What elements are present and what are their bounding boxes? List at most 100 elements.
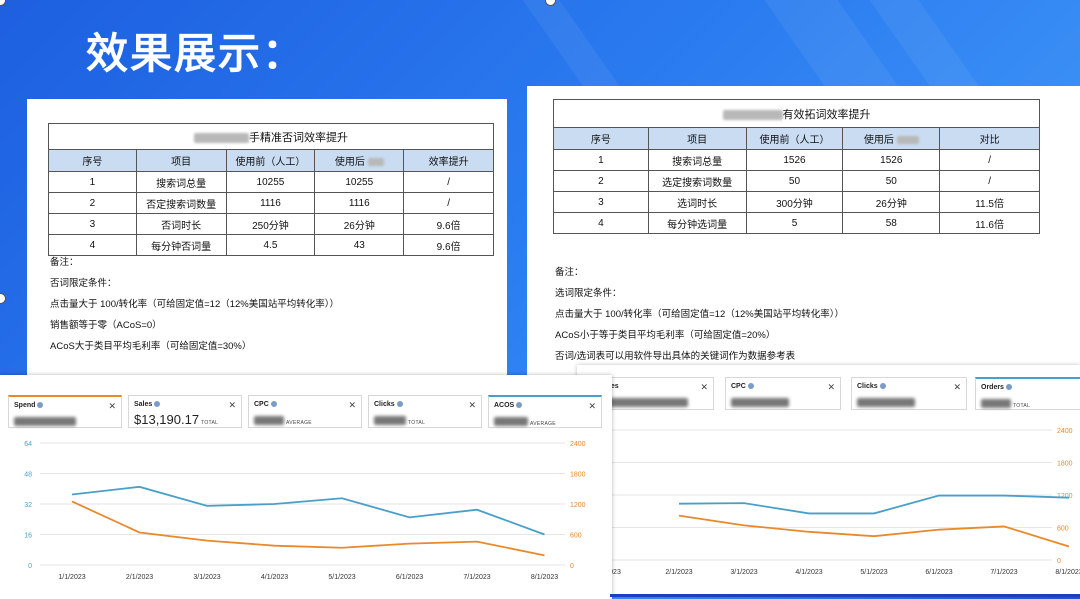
table-caption: 手精准否词效率提升 (48, 123, 494, 150)
blurred-text (194, 132, 249, 143)
table-cell: 1526 (842, 149, 941, 171)
column-header: 使用后 (314, 149, 405, 172)
close-icon[interactable]: ✕ (827, 382, 835, 393)
close-icon[interactable]: ✕ (953, 382, 961, 393)
metric-card-clicks[interactable]: Clicks TOTAL ✕ (368, 395, 482, 428)
resize-handle[interactable] (0, 293, 6, 304)
metric-value: TOTAL (981, 395, 1030, 410)
table-cell: 选词时长 (647, 191, 747, 213)
table-cell: 否词时长 (135, 213, 227, 235)
right-axis-tick-label: 2400 (570, 441, 586, 448)
metric-card-spend[interactable]: Spend ✕ (8, 395, 122, 428)
table-cell: 搜索词总量 (135, 171, 227, 193)
note-line: 否词/选词表可以用软件导出具体的关键词作为数据参考表 (555, 351, 796, 362)
x-axis-tick-label: 5/1/2023 (328, 574, 355, 581)
table-row: 1 搜索词总量 10255 10255 / (48, 171, 494, 193)
table-row: 2 选定搜索词数量 50 50 / (553, 170, 1040, 192)
left-table-panel: 手精准否词效率提升 序号 项目 使用前（人工） 使用后 效率提升 1 搜索词总量… (27, 99, 507, 389)
metric-value (857, 394, 915, 409)
metric-label: CPC (254, 401, 277, 408)
metric-card-cpc[interactable]: CPC AVERAGE ✕ (248, 395, 362, 428)
info-icon (396, 401, 403, 408)
metric-card-cpc[interactable]: CPC ✕ (725, 377, 841, 410)
metric-value: AVERAGE (494, 413, 556, 428)
table-cell: 10255 (225, 171, 316, 193)
note-line: 点击量大于 100/转化率（可给固定值=12（12%美国站平均转化率）） (555, 309, 845, 320)
x-axis-tick-label: 2/1/2023 (126, 574, 153, 581)
caption-text: 手精准否词效率提升 (249, 131, 348, 144)
right-axis-tick-label: 2400 (1057, 428, 1073, 435)
metric-label: Sales (134, 401, 161, 408)
metric-card-acos[interactable]: ACOS AVERAGE ✕ (488, 395, 602, 428)
close-icon[interactable]: ✕ (108, 401, 116, 412)
info-icon (154, 401, 161, 408)
table-cell: / (403, 192, 494, 214)
close-icon[interactable]: ✕ (588, 401, 596, 412)
x-axis-tick-label: 3/1/2023 (193, 574, 220, 581)
table-cell: 26分钟 (314, 213, 405, 235)
note-line: 否词限定条件： (50, 278, 117, 289)
close-icon[interactable]: ✕ (468, 400, 476, 411)
close-icon[interactable]: ✕ (700, 382, 708, 393)
info-icon (516, 402, 523, 409)
note-line: 备注： (555, 267, 584, 278)
right-chart-panel: ales ✕ CPC ✕ Clicks ✕ Orders TOTAL 06001… (574, 365, 1080, 595)
right-axis-tick-label: 0 (570, 563, 574, 570)
table-caption: 有效拓词效率提升 (553, 99, 1040, 128)
blurred-text (722, 109, 783, 120)
right-notes: 备注： 选词限定条件： 点击量大于 100/转化率（可给固定值=12（12%美国… (555, 262, 844, 367)
table-cell: 2 (48, 192, 137, 214)
metric-value: $13,190.17 TOTAL (134, 412, 219, 427)
left-axis-tick-label: 48 (24, 472, 32, 479)
resize-handle[interactable] (0, 0, 6, 6)
series-line (71, 485, 545, 536)
metric-card-sales[interactable]: Sales $13,190.17 TOTAL ✕ (128, 395, 242, 428)
table-cell: 选定搜索词数量 (647, 170, 747, 192)
table-cell: 11.6倍 (939, 212, 1040, 234)
table-row: 3 选词时长 300分钟 26分钟 11.5倍 (553, 191, 1040, 213)
column-header: 使用前（人工） (745, 127, 844, 150)
table-row: 3 否词时长 250分钟 26分钟 9.6倍 (48, 213, 494, 235)
table-cell: 1116 (225, 192, 316, 214)
column-header: 项目 (135, 149, 227, 172)
table-cell: 50 (842, 170, 941, 192)
column-header: 序号 (48, 149, 137, 172)
right-axis-tick-label: 1200 (570, 502, 586, 509)
table-cell: / (939, 149, 1040, 171)
table-cell: 搜索词总量 (647, 149, 747, 171)
table-row: 2 否定搜索词数量 1116 1116 / (48, 192, 494, 214)
table-cell: 2 (553, 170, 649, 192)
right-table-panel: 有效拓词效率提升 序号 项目 使用前（人工） 使用后 对比 1 搜索词总量 15… (527, 86, 1080, 376)
series-line (678, 514, 1070, 548)
x-axis-tick-label: 2/1/2023 (665, 569, 692, 576)
left-chart-panel: Spend ✕ Sales $13,190.17 TOTAL ✕ CPC AVER… (0, 375, 612, 599)
x-axis-tick-label: 8/1/2023 (1055, 569, 1080, 576)
metric-label: Orders (981, 384, 1012, 391)
table-cell: 1116 (314, 192, 405, 214)
metric-label: Spend (14, 402, 44, 409)
metric-card-orders[interactable]: Orders TOTAL (975, 377, 1080, 410)
note-line: 选词限定条件： (555, 288, 622, 299)
metric-value (600, 394, 688, 409)
note-line: 点击量大于 100/转化率（可给固定值=12（12%美国站平均转化率）） (50, 299, 340, 310)
table-cell: 1 (48, 171, 137, 193)
table-cell: 3 (48, 213, 137, 235)
metric-label: Clicks (374, 401, 403, 408)
x-axis-tick-label: 6/1/2023 (925, 569, 952, 576)
close-icon[interactable]: ✕ (228, 400, 236, 411)
x-axis-tick-label: 3/1/2023 (730, 569, 757, 576)
metric-card-clicks[interactable]: Clicks ✕ (851, 377, 967, 410)
table-cell: 9.6倍 (403, 213, 494, 235)
series-line (678, 494, 1070, 515)
x-axis-tick-label: 4/1/2023 (795, 569, 822, 576)
table-cell: 否定搜索词数量 (135, 192, 227, 214)
close-icon[interactable]: ✕ (348, 400, 356, 411)
table-cell: 250分钟 (225, 213, 316, 235)
right-axis-tick-label: 1800 (1057, 461, 1073, 468)
column-header: 对比 (939, 127, 1040, 150)
x-axis-tick-label: 6/1/2023 (396, 574, 423, 581)
left-line-chart: 0 600 1200 1800 2400 0 16 32 48 64 1/1/2023 2/1/202… (24, 441, 586, 581)
table-cell: 50 (745, 170, 844, 192)
note-line: 销售额等于零（ACoS=0） (50, 320, 162, 331)
column-header: 项目 (647, 127, 747, 150)
